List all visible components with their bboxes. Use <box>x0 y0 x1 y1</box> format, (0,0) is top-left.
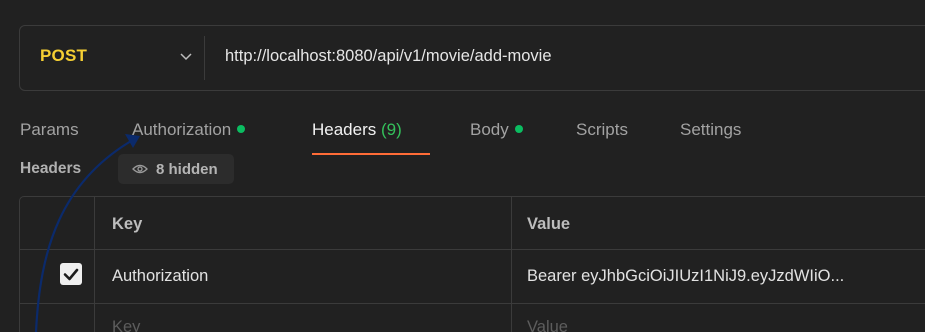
header-key-cell[interactable]: Authorization <box>112 267 208 286</box>
column-header-value: Value <box>527 215 571 233</box>
headers-table: Key Value Authorization Bearer eyJhbGciO… <box>19 196 925 332</box>
tab-label: Scripts <box>576 120 628 139</box>
new-key-input[interactable]: Key <box>112 318 140 332</box>
tab-label: Headers <box>312 120 377 139</box>
headers-count: (9) <box>381 120 402 139</box>
tab-settings[interactable]: Settings <box>680 120 741 140</box>
tab-scripts[interactable]: Scripts <box>576 120 628 140</box>
headers-section-title: Headers <box>20 160 82 177</box>
method-select[interactable]: POST <box>40 46 87 66</box>
row-divider <box>20 303 925 304</box>
tab-label: Body <box>470 120 509 139</box>
tab-label: Authorization <box>132 120 232 139</box>
tab-authorization[interactable]: Authorization <box>132 120 246 140</box>
eye-icon <box>132 164 148 174</box>
column-header-key: Key <box>112 215 143 233</box>
column-divider <box>94 197 95 332</box>
column-divider <box>511 197 512 332</box>
header-value-cell[interactable]: Bearer eyJhbGciOiJIUzI1NiJ9.eyJzdWIiO... <box>527 267 844 286</box>
request-bar: POST <box>19 25 925 91</box>
tab-headers[interactable]: Headers (9) <box>312 120 402 140</box>
chevron-down-icon[interactable] <box>178 48 194 64</box>
tab-label: Settings <box>680 120 742 139</box>
checkmark-icon <box>63 268 79 281</box>
tab-params[interactable]: Params <box>20 120 79 140</box>
request-editor: POST Params Authorization Headers (9) Bo… <box>0 0 925 332</box>
url-input[interactable] <box>225 44 925 68</box>
tab-label: Params <box>20 120 79 139</box>
new-value-input[interactable]: Value <box>527 318 568 332</box>
hidden-headers-toggle[interactable]: 8 hidden <box>118 154 234 184</box>
hidden-count-label: 8 hidden <box>156 160 218 178</box>
divider <box>204 36 205 80</box>
row-divider <box>20 249 925 250</box>
active-tab-indicator <box>312 153 430 155</box>
status-dot <box>514 125 523 134</box>
status-dot <box>237 125 246 134</box>
tab-body[interactable]: Body <box>470 120 523 140</box>
row-enabled-checkbox[interactable] <box>60 263 82 285</box>
